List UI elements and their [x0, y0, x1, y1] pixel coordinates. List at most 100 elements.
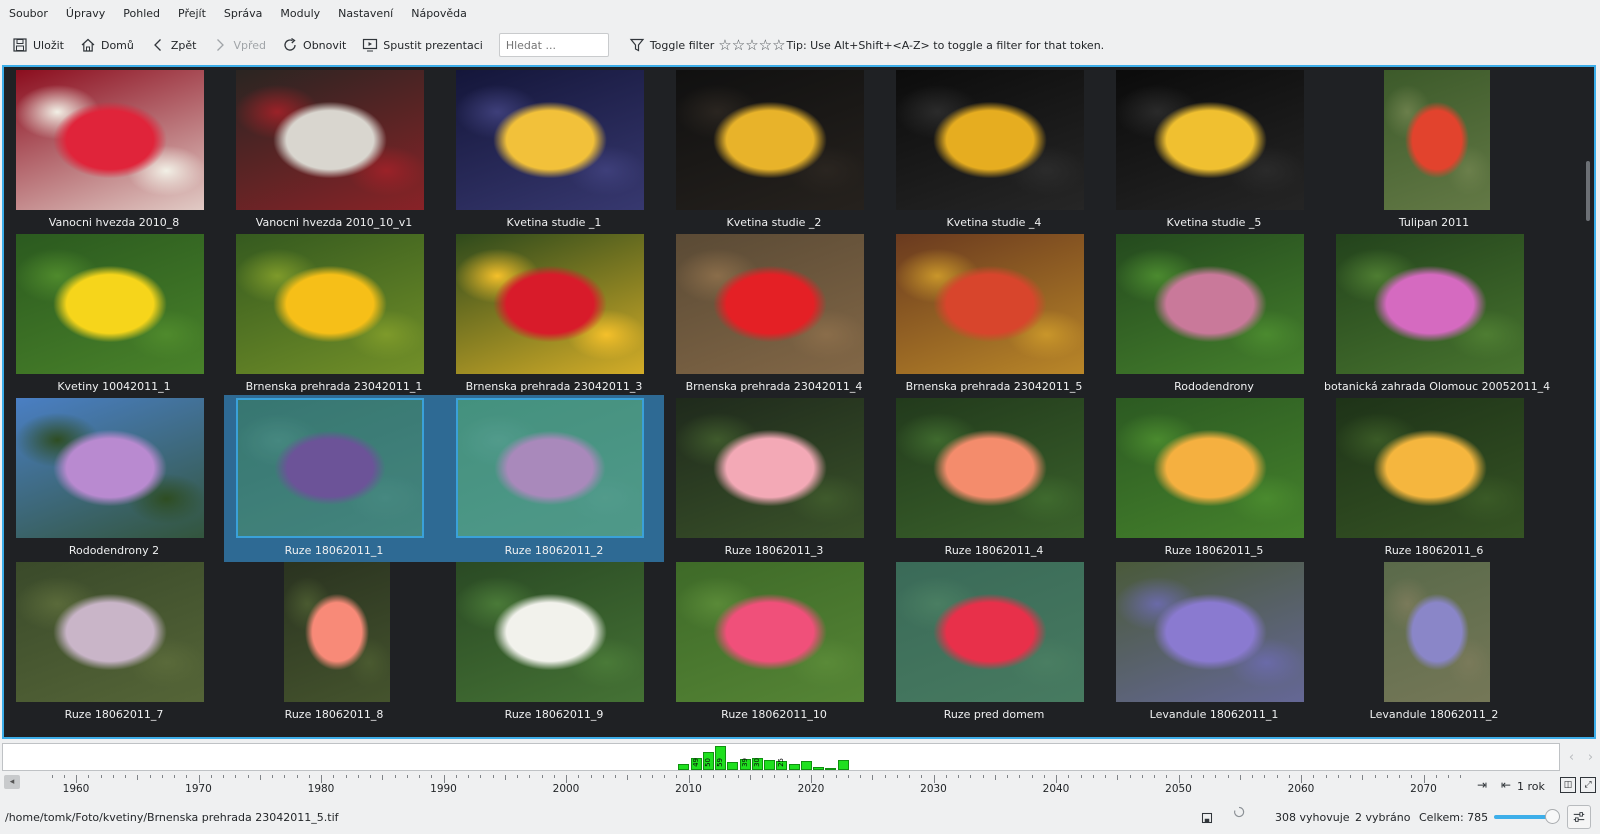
thumbnail-item[interactable]: Levandule 18062011_1	[1104, 559, 1324, 726]
thumbnail-image[interactable]	[284, 562, 390, 702]
date-bar-column[interactable]	[764, 760, 776, 770]
thumbnail-image[interactable]	[1336, 398, 1524, 538]
thumbnail-image[interactable]	[236, 70, 424, 210]
chevron-left-icon[interactable]: ‹	[1569, 750, 1574, 765]
zoom-arrow-icon[interactable]: ⇤	[1496, 777, 1516, 793]
thumbnail-item[interactable]: Ruze 18062011_3	[664, 395, 884, 562]
thumbnail-item[interactable]: Levandule 18062011_2	[1324, 559, 1544, 726]
thumbnail-image[interactable]	[16, 562, 204, 702]
thumbnail-image[interactable]	[1384, 70, 1490, 210]
thumbnail-item[interactable]: Vanocni hvezda 2010_10_v1	[224, 67, 444, 234]
thumbnail-image[interactable]	[896, 562, 1084, 702]
thumbnail-image[interactable]	[1116, 562, 1304, 702]
thumbnail-image[interactable]	[1336, 234, 1524, 374]
thumbnail-image[interactable]	[676, 562, 864, 702]
thumbnail-item[interactable]: Ruze 18062011_9	[444, 559, 664, 726]
save-button[interactable]: Uložit	[12, 37, 64, 53]
rating-filter[interactable]: ☆ ☆ ☆ ☆ ☆	[718, 37, 785, 53]
thumbnail-item[interactable]: Ruze 18062011_4	[884, 395, 1104, 562]
thumbnail-item[interactable]: Rododendrony	[1104, 231, 1324, 398]
scrollbar-thumb[interactable]	[1586, 161, 1590, 221]
thumbnail-image[interactable]	[676, 234, 864, 374]
thumbnail-image[interactable]	[676, 398, 864, 538]
thumbnail-item[interactable]: Tulipan 2011	[1324, 67, 1544, 234]
thumbnail-item[interactable]: Brnenska prehrada 23042011_1	[224, 231, 444, 398]
menu-item[interactable]: Úpravy	[66, 7, 105, 20]
thumbnail-item[interactable]: Kvetina studie _4	[884, 67, 1104, 234]
thumbnail-image[interactable]	[456, 234, 644, 374]
thumbnail-item[interactable]: Ruze 18062011_7	[4, 559, 224, 726]
search-input[interactable]	[498, 33, 609, 57]
thumbnail-image[interactable]	[1384, 562, 1490, 702]
thumbnail-item[interactable]: Kvetina studie _5	[1104, 67, 1324, 234]
thumbnail-image[interactable]	[16, 234, 204, 374]
thumbnail-item[interactable]: Ruze 18062011_8	[224, 559, 444, 726]
slideshow-button[interactable]: Spustit prezentaci	[362, 37, 483, 53]
home-button[interactable]: Domů	[80, 37, 134, 53]
menu-item[interactable]: Pohled	[123, 7, 160, 20]
thumbnail-item[interactable]: Ruze 18062011_1	[224, 395, 444, 562]
forward-button[interactable]: Vpřed	[212, 37, 266, 53]
thumbnail-item[interactable]: Ruze 18062011_5	[1104, 395, 1324, 562]
thumbnail-item[interactable]: botanická zahrada Olomouc 20052011_4	[1324, 231, 1550, 398]
thumbnail-image[interactable]	[16, 398, 204, 538]
star-icon[interactable]: ☆	[772, 37, 785, 53]
vertical-scrollbar[interactable]	[1584, 69, 1592, 733]
menu-item[interactable]: Soubor	[9, 7, 48, 20]
menu-item[interactable]: Moduly	[280, 7, 320, 20]
menu-item[interactable]: Nápověda	[411, 7, 467, 20]
thumbnail-item[interactable]: Kvetina studie _1	[444, 67, 664, 234]
date-ruler[interactable]: ◂ ⇥ ⇤ 1 rok ◫ ⤢ 1960 1970 1980 1990 2000 2010…	[0, 775, 1600, 799]
thumbnail-item[interactable]: Brnenska prehrada 23042011_4	[664, 231, 884, 398]
thumbnail-image[interactable]	[1116, 234, 1304, 374]
menu-item[interactable]: Přejít	[178, 7, 206, 20]
star-icon[interactable]: ☆	[759, 37, 772, 53]
date-bar-column[interactable]	[727, 762, 739, 770]
thumbnail-item[interactable]: Vanocni hvezda 2010_8	[4, 67, 224, 234]
thumbnail-item[interactable]: Ruze 18062011_6	[1324, 395, 1544, 562]
save-icon[interactable]	[1200, 811, 1214, 825]
date-bar[interactable]: 49 50 59 39 30 25	[2, 743, 1560, 771]
thumbnail-item[interactable]: Ruze 18062011_2	[444, 395, 664, 562]
thumbnail-item[interactable]: Ruze pred domem	[884, 559, 1104, 726]
chevron-right-icon[interactable]: ›	[1588, 750, 1593, 765]
date-bar-column[interactable]	[800, 761, 812, 770]
thumbnail-view[interactable]: Vanocni hvezda 2010_8 Vanocni hvezda 2010…	[2, 65, 1596, 739]
thumbnail-image[interactable]	[16, 70, 204, 210]
scroll-start-icon[interactable]: ◂	[4, 775, 20, 789]
zoom-arrow-icon[interactable]: ⇥	[1470, 777, 1494, 793]
thumbnail-image[interactable]	[236, 398, 424, 538]
date-bar-column[interactable]	[678, 764, 690, 770]
thumbnail-item[interactable]: Rododendrony 2	[4, 395, 224, 562]
expand-icon[interactable]: ⤢	[1580, 777, 1596, 793]
thumbnail-image[interactable]	[456, 398, 644, 538]
date-bar-column[interactable]	[788, 764, 800, 770]
back-button[interactable]: Zpět	[150, 37, 196, 53]
thumbnail-image[interactable]	[896, 234, 1084, 374]
thumbnail-image[interactable]	[456, 70, 644, 210]
thumbnail-image[interactable]	[896, 398, 1084, 538]
fit-icon[interactable]: ◫	[1560, 777, 1576, 793]
thumbnail-item[interactable]: Kvetina studie _2	[664, 67, 884, 234]
thumbnail-image[interactable]	[1116, 70, 1304, 210]
menu-item[interactable]: Nastavení	[338, 7, 393, 20]
thumbnail-image[interactable]	[236, 234, 424, 374]
refresh-button[interactable]: Obnovit	[282, 37, 346, 53]
thumbnail-item[interactable]: Ruze 18062011_10	[664, 559, 884, 726]
thumbnail-image[interactable]	[1116, 398, 1304, 538]
menu-item[interactable]: Správa	[224, 7, 262, 20]
thumbnail-image[interactable]	[896, 70, 1084, 210]
star-icon[interactable]: ☆	[718, 37, 731, 53]
toggle-filter-button[interactable]: Toggle filter	[629, 37, 714, 53]
date-bar-column[interactable]	[825, 768, 837, 770]
star-icon[interactable]: ☆	[745, 37, 758, 53]
date-bar-column[interactable]	[813, 767, 825, 770]
slider-handle[interactable]	[1545, 809, 1560, 824]
thumbnail-item[interactable]: Brnenska prehrada 23042011_3	[444, 231, 664, 398]
thumbnail-image[interactable]	[676, 70, 864, 210]
date-bar-column[interactable]	[837, 760, 849, 770]
thumbnail-image[interactable]	[456, 562, 644, 702]
star-icon[interactable]: ☆	[732, 37, 745, 53]
thumbnail-item[interactable]: Brnenska prehrada 23042011_5	[884, 231, 1104, 398]
thumbnail-item[interactable]: Kvetiny 10042011_1	[4, 231, 224, 398]
